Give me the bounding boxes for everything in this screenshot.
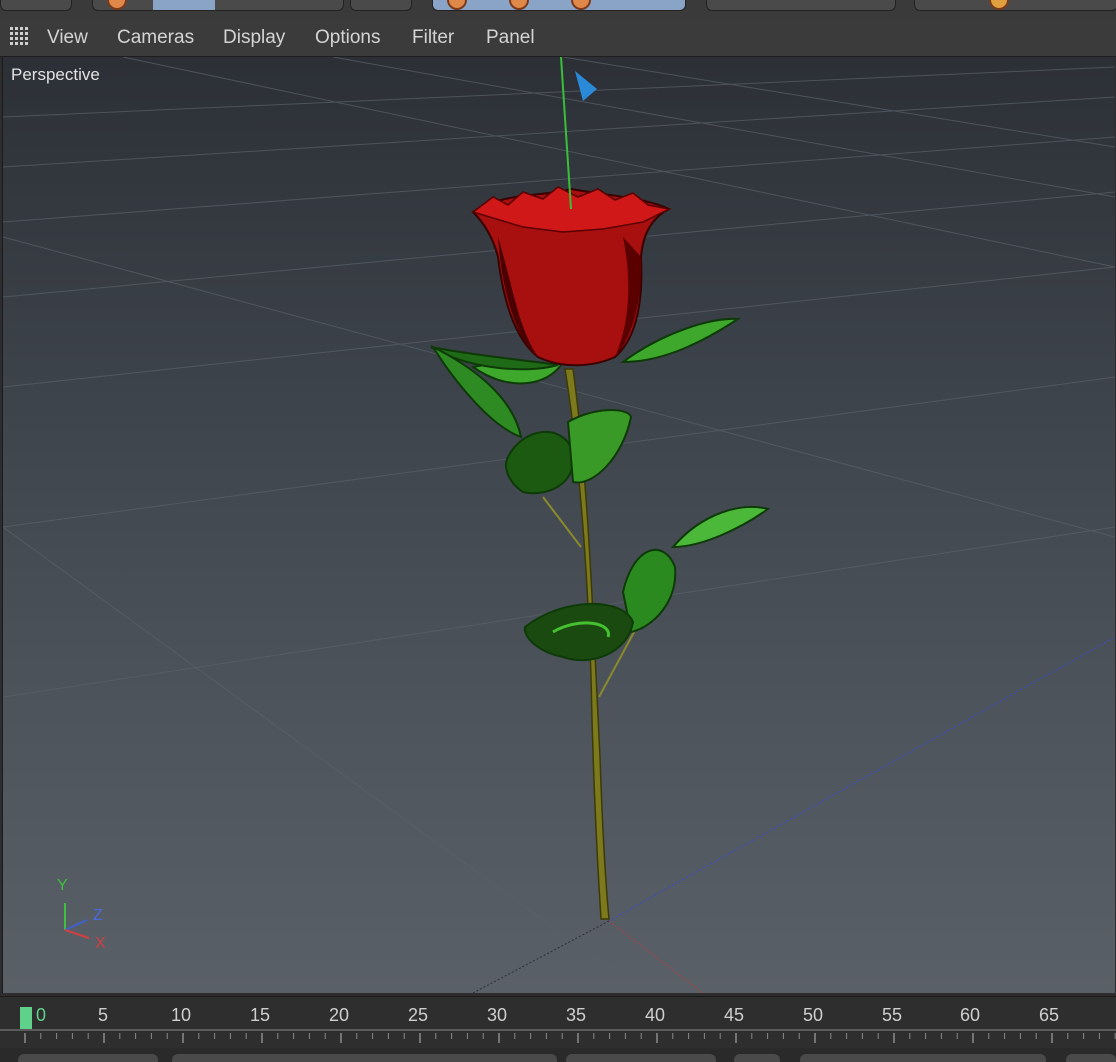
toolbar-group-6[interactable]: [914, 0, 1116, 11]
menu-options[interactable]: Options: [315, 27, 380, 49]
bottom-button-1[interactable]: [734, 1054, 780, 1062]
bottom-field-1[interactable]: [18, 1054, 158, 1062]
timeline-ruler[interactable]: [0, 1029, 1116, 1045]
menu-view[interactable]: View: [47, 27, 88, 49]
leaf-curl-2: [566, 409, 633, 484]
bottom-field-3[interactable]: [566, 1054, 716, 1062]
object-icon-3[interactable]: [571, 0, 591, 10]
timeline[interactable]: 0 5 10 15 20 25 30 35 40 45 50 55 60 65: [0, 996, 1116, 1049]
gizmo-y-axis[interactable]: [560, 57, 572, 210]
toolbar-group-4[interactable]: [432, 0, 686, 11]
tick-label: 40: [645, 1005, 666, 1025]
axis-z-label: Z: [93, 907, 103, 924]
viewport-menubar: View Cameras Display Options Filter Pane…: [0, 18, 1116, 57]
menu-cameras[interactable]: Cameras: [117, 27, 194, 49]
world-x-axis: [608, 920, 704, 993]
scene-canvas[interactable]: [3, 57, 1115, 993]
tick-label: 55: [882, 1005, 903, 1025]
transport-buttons[interactable]: [800, 1054, 1046, 1062]
light-icon[interactable]: [989, 0, 1009, 10]
menu-filter[interactable]: Filter: [412, 27, 454, 49]
leaf-lower: [523, 602, 635, 662]
menu-display[interactable]: Display: [223, 27, 285, 49]
tick-label: 35: [566, 1005, 587, 1025]
current-frame-marker[interactable]: [20, 1007, 32, 1029]
axis-y-label: Y: [57, 877, 68, 894]
perspective-viewport[interactable]: Perspective Y Z X: [2, 57, 1115, 993]
render-icon[interactable]: [107, 0, 127, 10]
leaf-right: [670, 505, 771, 549]
grid-icon[interactable]: [10, 27, 32, 47]
world-neg-x-axis: [472, 920, 610, 993]
menu-panel[interactable]: Panel: [486, 27, 535, 49]
tick-label: 15: [250, 1005, 271, 1025]
move-handle-icon[interactable]: [575, 71, 597, 101]
tick-label: 5: [98, 1005, 109, 1025]
tick-label: 25: [408, 1005, 429, 1025]
tick-label: 30: [487, 1005, 508, 1025]
toolbar-group-3[interactable]: [350, 0, 412, 11]
tick-label: 65: [1039, 1005, 1060, 1025]
bottom-button-2[interactable]: [1066, 1054, 1116, 1062]
playback-controls: [0, 1048, 1116, 1062]
leaf-curl-1: [505, 430, 575, 495]
sepal-right: [619, 317, 741, 364]
axis-x-label: X: [95, 935, 106, 952]
toolbar-active-button[interactable]: [153, 0, 215, 10]
bottom-field-2[interactable]: [172, 1054, 557, 1062]
toolbar-group-1[interactable]: [0, 0, 72, 11]
world-z-axis: [608, 636, 1115, 922]
current-frame-label: 0: [36, 1005, 47, 1025]
object-icon-2[interactable]: [509, 0, 529, 10]
tick-label: 10: [171, 1005, 192, 1025]
tick-label: 60: [960, 1005, 981, 1025]
viewport-label: Perspective: [11, 65, 100, 84]
toolbar-group-2[interactable]: [92, 0, 344, 11]
twig-1: [542, 496, 582, 548]
tick-label: 50: [803, 1005, 824, 1025]
top-toolbar: [0, 0, 1116, 19]
toolbar-group-5[interactable]: [706, 0, 896, 11]
tick-label: 20: [329, 1005, 350, 1025]
tick-label: 45: [724, 1005, 745, 1025]
object-icon-1[interactable]: [447, 0, 467, 10]
